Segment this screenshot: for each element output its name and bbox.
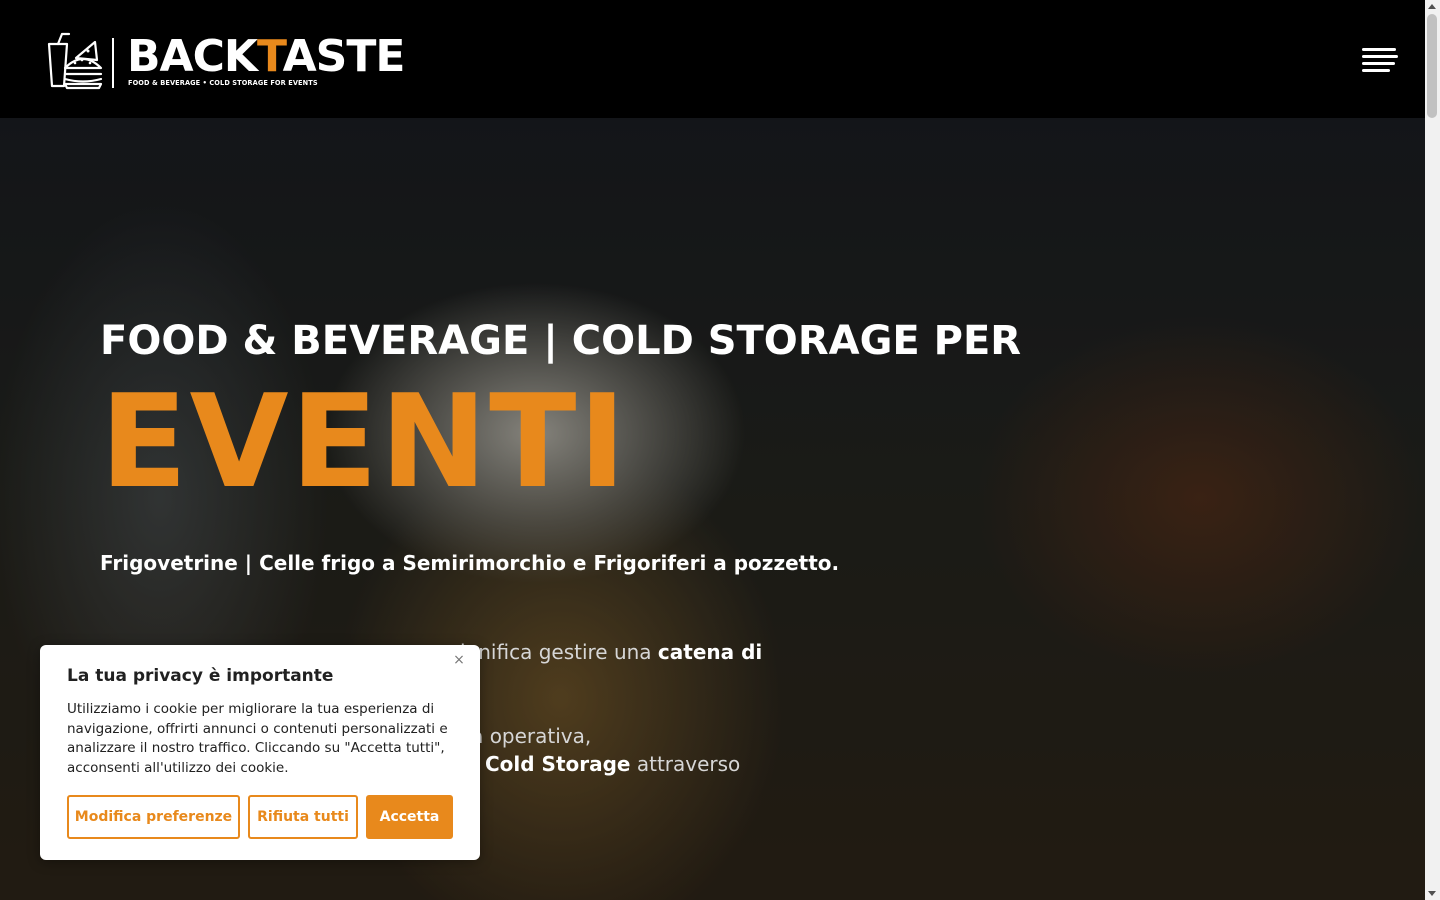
hero-kicker: FOOD & BEVERAGE | COLD STORAGE PER xyxy=(100,318,1022,364)
hamburger-menu-button[interactable] xyxy=(1362,48,1400,78)
cookie-consent-banner: × La tua privacy è importante Utilizziam… xyxy=(40,645,480,860)
modify-preferences-button[interactable]: Modifica preferenze xyxy=(67,795,240,839)
cookie-banner-title: La tua privacy è importante xyxy=(67,666,334,686)
logo-divider xyxy=(112,38,114,88)
scroll-up-arrow-icon[interactable] xyxy=(1428,4,1436,9)
hero-title: EVENTI xyxy=(100,368,628,517)
site-header: BACKTASTE FOOD & BEVERAGE • COLD STORAGE… xyxy=(0,0,1425,118)
close-icon[interactable]: × xyxy=(452,653,466,667)
hero-subtitle: Frigovetrine | Celle frigo a Semirimorch… xyxy=(100,551,840,575)
accept-button[interactable]: Accetta xyxy=(366,795,453,839)
page-scrollbar[interactable] xyxy=(1425,0,1440,900)
scrollbar-thumb[interactable] xyxy=(1427,14,1437,118)
logo-wordmark: BACKTASTE xyxy=(127,31,405,82)
reject-all-button[interactable]: Rifiuta tutti xyxy=(248,795,358,839)
scroll-down-arrow-icon[interactable] xyxy=(1428,891,1436,896)
logo-tagline: FOOD & BEVERAGE • COLD STORAGE FOR EVENT… xyxy=(128,79,318,87)
food-beverage-icon xyxy=(47,32,103,90)
cookie-banner-text: Utilizziamo i cookie per migliorare la t… xyxy=(67,701,448,776)
